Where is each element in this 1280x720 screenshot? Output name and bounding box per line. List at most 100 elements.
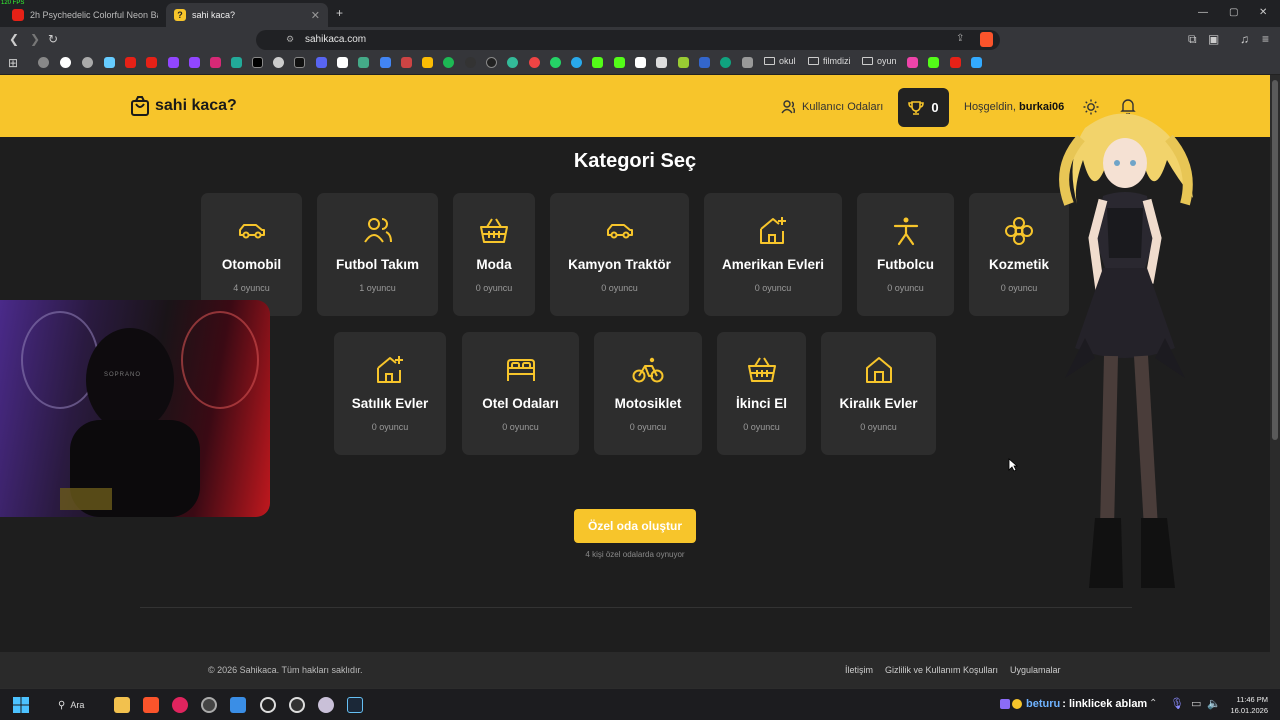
brave-icon[interactable] <box>143 697 159 713</box>
sidebar-icon[interactable]: ▣ <box>1208 32 1219 46</box>
bookmark-site-icon[interactable] <box>656 57 667 68</box>
bookmark-folder[interactable]: okul <box>764 56 796 66</box>
new-tab-icon[interactable]: + <box>336 6 343 20</box>
obs-icon[interactable] <box>201 697 217 713</box>
create-room-button[interactable]: Özel oda oluştur <box>574 509 696 543</box>
telegram-icon[interactable] <box>571 57 582 68</box>
kick-icon[interactable] <box>928 57 939 68</box>
category-card[interactable]: Futbol Takım 1 oyuncu <box>317 193 438 316</box>
google-icon[interactable] <box>60 57 71 68</box>
badge-icon <box>1000 699 1010 709</box>
media-icon[interactable]: ♫ <box>1240 32 1249 46</box>
bookmark-site-icon[interactable] <box>720 57 731 68</box>
category-card[interactable]: Otel Odaları 0 oyuncu <box>462 332 579 455</box>
category-card[interactable]: Kamyon Traktör 0 oyuncu <box>550 193 689 316</box>
clock[interactable]: 11:46 PM 16.01.2026 <box>1228 694 1268 716</box>
twitch-icon[interactable] <box>168 57 179 68</box>
footer-link-apps[interactable]: Uygulamalar <box>1010 665 1061 675</box>
category-card[interactable]: Moda 0 oyuncu <box>453 193 535 316</box>
discord-icon[interactable] <box>316 57 327 68</box>
bookmark-site-icon[interactable] <box>635 57 646 68</box>
bookmark-folder[interactable]: oyun <box>862 56 897 66</box>
category-card[interactable]: Motosiklet 0 oyuncu <box>594 332 702 455</box>
kick-icon[interactable] <box>614 57 625 68</box>
youtube-icon[interactable] <box>146 57 157 68</box>
scrollbar-thumb[interactable] <box>1272 80 1278 440</box>
photos-icon[interactable] <box>230 697 246 713</box>
youtube-icon[interactable] <box>125 57 136 68</box>
page-scrollbar[interactable] <box>1270 75 1280 688</box>
bookmark-site-icon[interactable] <box>337 57 348 68</box>
bookmark-site-icon[interactable] <box>380 57 391 68</box>
trophy-button[interactable]: 0 <box>898 88 949 127</box>
footer-link-contact[interactable]: İletişim <box>845 665 873 675</box>
share-icon[interactable]: ⇪ <box>956 33 964 44</box>
address-bar[interactable]: ⚙ sahikaca.com ⇪ <box>256 30 1000 50</box>
youtube-icon <box>12 9 24 21</box>
github-icon[interactable] <box>486 57 497 68</box>
forward-icon[interactable]: ❯ <box>30 32 40 46</box>
volume-icon[interactable]: 🔈 <box>1207 697 1221 711</box>
vtuber-app-icon[interactable] <box>318 697 334 713</box>
minimize-icon[interactable]: — <box>1198 6 1208 20</box>
microphone-icon[interactable]: 🎙 <box>1170 697 1184 711</box>
bookmark-site-icon[interactable] <box>231 57 242 68</box>
category-card[interactable]: Amerikan Evleri 0 oyuncu <box>704 193 842 316</box>
youtube-icon[interactable] <box>950 57 961 68</box>
back-icon[interactable]: ❮ <box>9 32 19 46</box>
bookmark-site-icon[interactable] <box>358 57 369 68</box>
maximize-icon[interactable]: ▢ <box>1229 6 1238 20</box>
apps-icon[interactable]: ⊞ <box>8 56 18 70</box>
tab-video[interactable]: 2h Psychedelic Colorful Neon Backgr <box>4 3 164 27</box>
category-name: Futbolcu <box>877 257 934 272</box>
instagram-icon[interactable] <box>210 57 221 68</box>
app-icon[interactable] <box>260 697 276 713</box>
tab-sahikaca[interactable]: ? sahi kaca? ✕ <box>166 3 328 27</box>
gmail-icon[interactable] <box>401 57 412 68</box>
browser-tab-bar: 120 FPS 2h Psychedelic Colorful Neon Bac… <box>0 0 1280 27</box>
close-tab-icon[interactable]: ✕ <box>311 9 320 22</box>
bookmark-site-icon[interactable] <box>507 57 518 68</box>
spotify-icon[interactable] <box>443 57 454 68</box>
category-card[interactable]: Futbolcu 0 oyuncu <box>857 193 954 316</box>
x-icon[interactable] <box>252 57 263 68</box>
bookmark-site-icon[interactable] <box>699 57 710 68</box>
twitch-icon[interactable] <box>189 57 200 68</box>
bookmark-site-icon[interactable] <box>104 57 115 68</box>
site-logo[interactable]: sahi kaca? <box>130 95 237 117</box>
bookmark-site-icon[interactable] <box>742 57 753 68</box>
bookmark-site-icon[interactable] <box>82 57 93 68</box>
category-card[interactable]: Kiralık Evler 0 oyuncu <box>821 332 936 455</box>
site-info-icon[interactable]: ⚙ <box>286 34 294 45</box>
bookmark-folder[interactable]: filmdizi <box>808 56 851 66</box>
menu-icon[interactable]: ≡ <box>1262 32 1269 46</box>
kick-icon[interactable] <box>592 57 603 68</box>
user-rooms-link[interactable]: Kullanıcı Odaları <box>781 100 883 114</box>
extensions-icon[interactable]: ⧉ <box>1188 32 1197 46</box>
media-player-icon[interactable] <box>172 697 188 713</box>
bookmark-site-icon[interactable] <box>465 57 476 68</box>
whatsapp-icon[interactable] <box>550 57 561 68</box>
file-explorer-icon[interactable] <box>114 697 130 713</box>
taskbar-search[interactable]: ⚲ Ara <box>44 695 106 715</box>
category-card[interactable]: İkinci El 0 oyuncu <box>717 332 806 455</box>
steam-icon[interactable] <box>347 697 363 713</box>
bookmark-site-icon[interactable] <box>971 57 982 68</box>
bookmark-site-icon[interactable] <box>907 57 918 68</box>
drive-icon[interactable] <box>422 57 433 68</box>
brave-shield-icon[interactable] <box>980 32 993 47</box>
bookmark-site-icon[interactable] <box>529 57 540 68</box>
chevron-up-icon[interactable]: ⌃ <box>1149 697 1157 711</box>
category-card[interactable]: Otomobil 4 oyuncu <box>201 193 302 316</box>
windows-start-icon[interactable] <box>13 697 29 713</box>
bookmark-site-icon[interactable] <box>273 57 284 68</box>
category-card[interactable]: Satılık Evler 0 oyuncu <box>334 332 446 455</box>
history-icon[interactable] <box>38 57 49 68</box>
bookmark-site-icon[interactable] <box>678 57 689 68</box>
network-icon[interactable]: ▭ <box>1191 697 1201 711</box>
app-icon[interactable] <box>289 697 305 713</box>
tiktok-icon[interactable] <box>294 57 305 68</box>
close-window-icon[interactable]: ✕ <box>1259 6 1267 20</box>
reload-icon[interactable]: ↻ <box>48 32 58 46</box>
footer-link-privacy[interactable]: Gizlilik ve Kullanım Koşulları <box>885 665 998 675</box>
